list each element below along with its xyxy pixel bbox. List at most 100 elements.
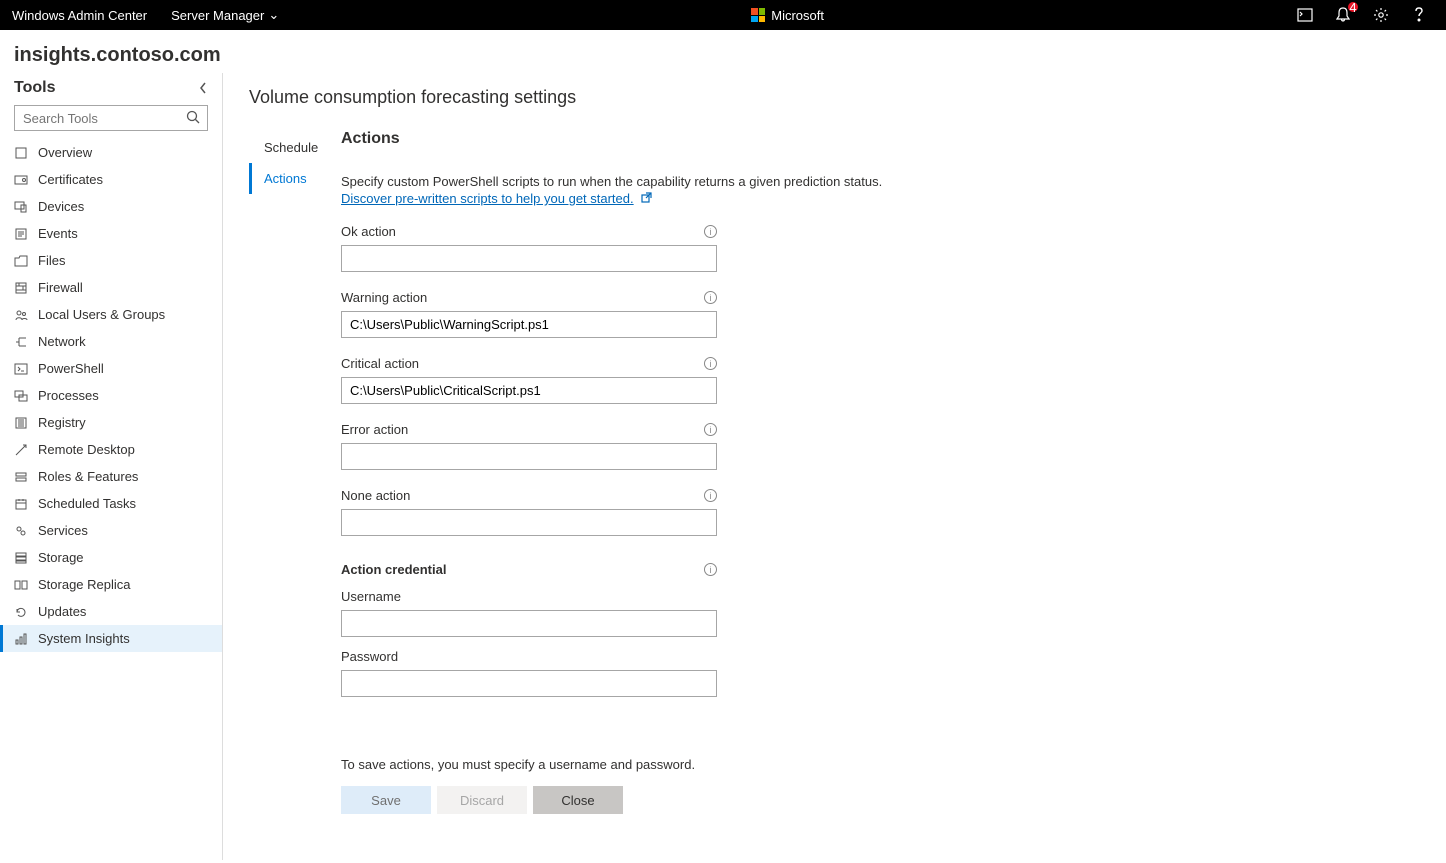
search-icon[interactable]	[186, 110, 200, 124]
scripts-link-line: Discover pre-written scripts to help you…	[341, 191, 1446, 206]
chevron-down-icon: ⌄	[268, 7, 279, 23]
info-icon[interactable]: i	[704, 225, 717, 238]
nav-label: Network	[38, 334, 86, 349]
nav-files[interactable]: Files	[0, 247, 222, 274]
ok-action-label: Ok action	[341, 224, 396, 239]
actions-description: Specify custom PowerShell scripts to run…	[341, 174, 1446, 189]
info-icon[interactable]: i	[704, 423, 717, 436]
external-link-icon	[641, 194, 652, 206]
console-icon[interactable]	[1296, 6, 1314, 24]
topbar-center: Microsoft	[751, 8, 824, 23]
critical-action-field: Critical actioni	[341, 356, 717, 404]
error-action-input[interactable]	[341, 443, 717, 470]
nav-label: Registry	[38, 415, 86, 430]
topbar-right: 4	[1296, 6, 1434, 24]
password-input[interactable]	[341, 670, 717, 697]
search-tools-wrapper	[14, 105, 208, 131]
save-button[interactable]: Save	[341, 786, 431, 814]
server-manager-dropdown[interactable]: Server Manager ⌄	[171, 7, 279, 23]
users-icon	[14, 308, 28, 322]
help-icon[interactable]	[1410, 6, 1428, 24]
notification-badge: 4	[1348, 2, 1358, 12]
info-icon[interactable]: i	[704, 291, 717, 304]
topbar-left: Windows Admin Center Server Manager ⌄	[12, 7, 279, 23]
username-input[interactable]	[341, 610, 717, 637]
events-icon	[14, 227, 28, 241]
nav-firewall[interactable]: Firewall	[0, 274, 222, 301]
settings-nav: Schedule Actions	[249, 130, 333, 834]
devices-icon	[14, 200, 28, 214]
none-action-label: None action	[341, 488, 410, 503]
nav-storage-replica[interactable]: Storage Replica	[0, 571, 222, 598]
insights-icon	[14, 632, 28, 646]
registry-icon	[14, 416, 28, 430]
none-action-field: None action i	[341, 488, 717, 536]
nav-network[interactable]: Network	[0, 328, 222, 355]
nav-label: Processes	[38, 388, 99, 403]
info-icon[interactable]: i	[704, 357, 717, 370]
discover-scripts-link[interactable]: Discover pre-written scripts to help you…	[341, 191, 634, 206]
nav-label: Services	[38, 523, 88, 538]
error-action-field: Error actioni	[341, 422, 717, 470]
storage-icon	[14, 551, 28, 565]
nav-label: Roles & Features	[38, 469, 138, 484]
nav-overview[interactable]: Overview	[0, 139, 222, 166]
discard-button[interactable]: Discard	[437, 786, 527, 814]
storage-replica-icon	[14, 578, 28, 592]
brand-text: Microsoft	[771, 8, 824, 23]
nav-scheduled-tasks[interactable]: Scheduled Tasks	[0, 490, 222, 517]
nav-label: Events	[38, 226, 78, 241]
nav-updates[interactable]: Updates	[0, 598, 222, 625]
settings-gear-icon[interactable]	[1372, 6, 1390, 24]
scheduled-icon	[14, 497, 28, 511]
roles-icon	[14, 470, 28, 484]
nav-local-users[interactable]: Local Users & Groups	[0, 301, 222, 328]
nav-powershell[interactable]: PowerShell	[0, 355, 222, 382]
microsoft-logo-icon	[751, 8, 765, 22]
nav-system-insights[interactable]: System Insights	[0, 625, 222, 652]
firewall-icon	[14, 281, 28, 295]
files-icon	[14, 254, 28, 268]
page-title: Volume consumption forecasting settings	[249, 87, 1446, 108]
warning-action-input[interactable]	[341, 311, 717, 338]
tab-actions[interactable]: Actions	[249, 163, 333, 194]
nav-remote-desktop[interactable]: Remote Desktop	[0, 436, 222, 463]
nav-certificates[interactable]: Certificates	[0, 166, 222, 193]
info-icon[interactable]: i	[704, 563, 717, 576]
dropdown-label: Server Manager	[171, 8, 264, 23]
warning-action-field: Warning actioni	[341, 290, 717, 338]
nav-label: Storage Replica	[38, 577, 131, 592]
critical-action-input[interactable]	[341, 377, 717, 404]
remote-desktop-icon	[14, 443, 28, 457]
nav-roles-features[interactable]: Roles & Features	[0, 463, 222, 490]
tab-schedule[interactable]: Schedule	[249, 132, 333, 163]
nav-label: Devices	[38, 199, 84, 214]
collapse-sidebar-icon[interactable]	[198, 81, 208, 95]
username-field: Username	[341, 589, 717, 637]
actions-heading: Actions	[341, 130, 1446, 148]
nav-processes[interactable]: Processes	[0, 382, 222, 409]
none-action-input[interactable]	[341, 509, 717, 536]
nav-devices[interactable]: Devices	[0, 193, 222, 220]
nav-storage[interactable]: Storage	[0, 544, 222, 571]
processes-icon	[14, 389, 28, 403]
certificates-icon	[14, 173, 28, 187]
nav-label: PowerShell	[38, 361, 104, 376]
nav-events[interactable]: Events	[0, 220, 222, 247]
nav-registry[interactable]: Registry	[0, 409, 222, 436]
password-label: Password	[341, 649, 398, 664]
nav-services[interactable]: Services	[0, 517, 222, 544]
product-name[interactable]: Windows Admin Center	[12, 8, 147, 23]
services-icon	[14, 524, 28, 538]
info-icon[interactable]: i	[704, 489, 717, 502]
notifications-icon[interactable]: 4	[1334, 6, 1352, 24]
credential-heading: Action credential	[341, 562, 446, 577]
tools-header: Tools	[0, 73, 222, 105]
nav-label: Updates	[38, 604, 86, 619]
nav-label: Files	[38, 253, 65, 268]
ok-action-input[interactable]	[341, 245, 717, 272]
search-tools-input[interactable]	[14, 105, 208, 131]
close-button[interactable]: Close	[533, 786, 623, 814]
username-label: Username	[341, 589, 401, 604]
credential-heading-row: Action credential i	[341, 562, 717, 577]
